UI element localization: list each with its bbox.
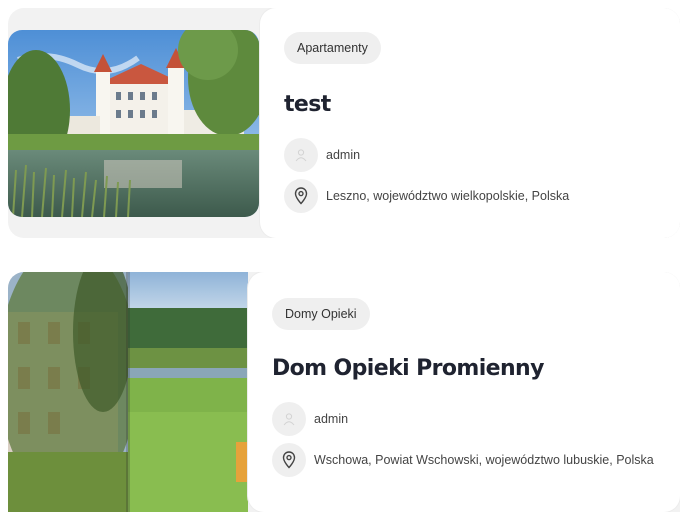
- author-name: admin: [326, 148, 361, 162]
- listing-author[interactable]: admin: [284, 138, 360, 172]
- listing-info-panel: Apartamenty test admin Leszno, województ…: [260, 8, 680, 238]
- listing-title[interactable]: test: [284, 92, 331, 117]
- care-home-photo-icon: [8, 272, 248, 512]
- listing-thumbnail[interactable]: [8, 272, 248, 512]
- listing-location: Wschowa, Powiat Wschowski, województwo l…: [272, 443, 654, 477]
- user-avatar-icon: [272, 402, 306, 436]
- listing-info-panel: Domy Opieki Dom Opieki Promienny admin W…: [248, 272, 680, 512]
- location-text: Leszno, województwo wielkopolskie, Polsk…: [326, 189, 570, 203]
- listing-location: Leszno, województwo wielkopolskie, Polsk…: [284, 179, 569, 213]
- castle-photo-icon: [8, 30, 259, 217]
- listing-card[interactable]: Domy Opieki Dom Opieki Promienny admin W…: [8, 272, 680, 512]
- listing-card[interactable]: Apartamenty test admin Leszno, województ…: [8, 8, 680, 238]
- map-pin-icon: [272, 443, 306, 477]
- category-badge[interactable]: Domy Opieki: [272, 298, 370, 330]
- location-text: Wschowa, Powiat Wschowski, województwo l…: [314, 453, 654, 467]
- listing-title[interactable]: Dom Opieki Promienny: [272, 356, 544, 381]
- listing-thumbnail[interactable]: [8, 30, 259, 217]
- author-name: admin: [314, 412, 349, 426]
- category-badge[interactable]: Apartamenty: [284, 32, 381, 64]
- listing-author[interactable]: admin: [272, 402, 348, 436]
- user-avatar-icon: [284, 138, 318, 172]
- map-pin-icon: [284, 179, 318, 213]
